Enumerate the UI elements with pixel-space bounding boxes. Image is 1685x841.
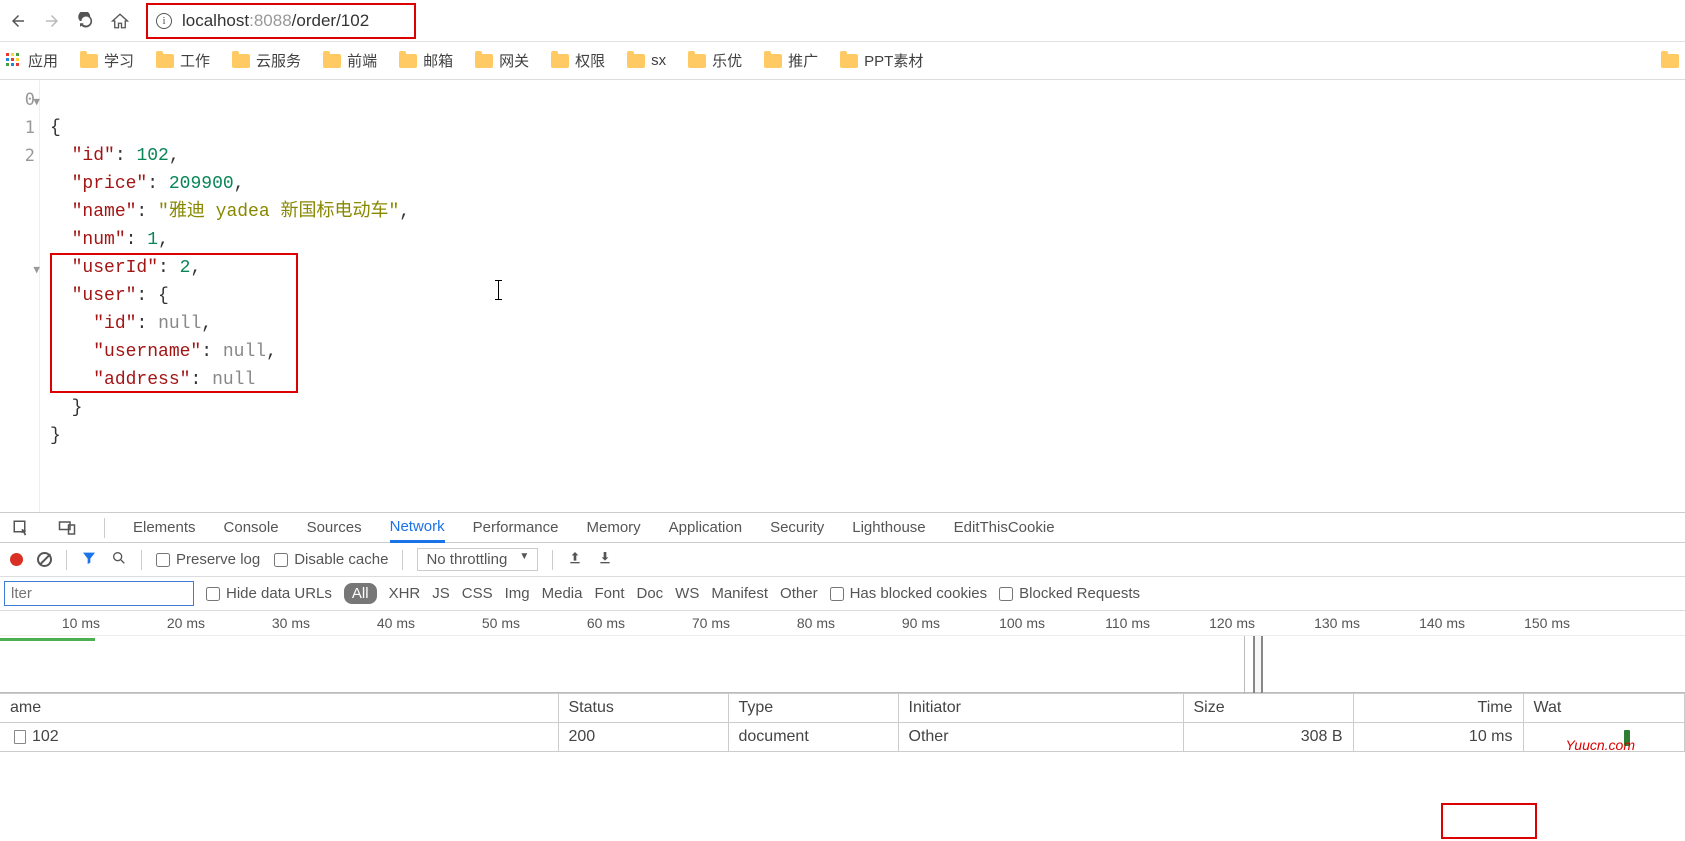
filter-type-img[interactable]: Img — [505, 585, 530, 602]
text-cursor — [498, 280, 499, 300]
preserve-log-checkbox[interactable]: Preserve log — [156, 551, 260, 568]
col-name[interactable]: ame — [0, 694, 558, 723]
filter-type-js[interactable]: JS — [432, 585, 450, 602]
network-table: ame Status Type Initiator Size Time Wat … — [0, 693, 1685, 752]
col-status[interactable]: Status — [558, 694, 728, 723]
tab-sources[interactable]: Sources — [307, 514, 362, 541]
tab-security[interactable]: Security — [770, 514, 824, 541]
apps-icon — [6, 53, 22, 69]
blocked-requests-checkbox[interactable]: Blocked Requests — [999, 585, 1140, 602]
highlight-time — [1441, 803, 1537, 839]
timeline-selection[interactable] — [1253, 636, 1263, 693]
tab-console[interactable]: Console — [224, 514, 279, 541]
devtools-tabs: Elements Console Sources Network Perform… — [0, 513, 1685, 543]
bookmark-item[interactable]: 前端 — [323, 50, 377, 71]
network-timeline[interactable]: 10 ms 20 ms 30 ms 40 ms 50 ms 60 ms 70 m… — [0, 611, 1685, 693]
apps-label: 应用 — [28, 50, 58, 71]
tab-network[interactable]: Network — [390, 513, 445, 543]
home-button[interactable] — [108, 9, 132, 33]
file-icon — [14, 730, 26, 744]
col-size[interactable]: Size — [1183, 694, 1353, 723]
json-content[interactable]: { "id": 102, "price": 209900, "name": "雅… — [40, 80, 1685, 512]
search-icon[interactable] — [111, 550, 127, 569]
network-toolbar: Preserve log Disable cache No throttling — [0, 543, 1685, 577]
timeline-marker — [1244, 636, 1245, 694]
filter-toggle[interactable] — [81, 550, 97, 569]
bookmark-item[interactable]: 乐优 — [688, 50, 742, 71]
folder-icon — [551, 54, 569, 68]
throttling-select[interactable]: No throttling — [417, 548, 538, 571]
blocked-cookies-checkbox[interactable]: Has blocked cookies — [830, 585, 988, 602]
disable-cache-checkbox[interactable]: Disable cache — [274, 551, 388, 568]
address-bar[interactable]: i localhost:8088/order/102 — [146, 3, 416, 39]
col-initiator[interactable]: Initiator — [898, 694, 1183, 723]
url-text: localhost:8088/order/102 — [182, 11, 369, 31]
json-viewer: ▼▼012 { "id": 102, "price": 209900, "nam… — [0, 80, 1685, 512]
bookmark-item[interactable]: 邮箱 — [399, 50, 453, 71]
folder-icon — [80, 54, 98, 68]
clear-button[interactable] — [37, 552, 52, 567]
upload-icon[interactable] — [567, 550, 583, 569]
folder-icon — [764, 54, 782, 68]
col-time[interactable]: Time — [1353, 694, 1523, 723]
folder-icon — [840, 54, 858, 68]
site-info-icon[interactable]: i — [156, 13, 172, 29]
folder-icon — [475, 54, 493, 68]
back-button[interactable] — [6, 9, 30, 33]
folder-icon — [627, 54, 645, 68]
filter-type-css[interactable]: CSS — [462, 585, 493, 602]
filter-type-all[interactable]: All — [344, 583, 377, 604]
device-icon[interactable] — [58, 519, 76, 537]
inspect-icon[interactable] — [12, 519, 30, 537]
tab-editthiscookie[interactable]: EditThisCookie — [954, 514, 1055, 541]
tab-application[interactable]: Application — [669, 514, 742, 541]
filter-input[interactable] — [4, 581, 194, 606]
folder-icon — [399, 54, 417, 68]
tab-lighthouse[interactable]: Lighthouse — [852, 514, 925, 541]
devtools-panel: Elements Console Sources Network Perform… — [0, 512, 1685, 752]
bookmark-item[interactable]: PPT素材 — [840, 50, 923, 71]
folder-icon — [156, 54, 174, 68]
network-filter-bar: Hide data URLs All XHR JS CSS Img Media … — [0, 577, 1685, 611]
hide-data-urls-checkbox[interactable]: Hide data URLs — [206, 585, 332, 602]
tab-memory[interactable]: Memory — [587, 514, 641, 541]
folder-icon — [323, 54, 341, 68]
folder-icon — [688, 54, 706, 68]
bookmark-item[interactable]: sx — [627, 52, 666, 69]
col-waterfall[interactable]: Wat — [1523, 694, 1685, 723]
col-type[interactable]: Type — [728, 694, 898, 723]
timeline-request-bar — [0, 638, 95, 641]
bookmark-item[interactable]: 推广 — [764, 50, 818, 71]
watermark: Yuucn.com — [1565, 737, 1635, 753]
bookmark-item[interactable]: 学习 — [80, 50, 134, 71]
filter-type-doc[interactable]: Doc — [636, 585, 663, 602]
bookmark-item[interactable]: 网关 — [475, 50, 529, 71]
filter-type-other[interactable]: Other — [780, 585, 818, 602]
filter-type-ws[interactable]: WS — [675, 585, 699, 602]
filter-type-manifest[interactable]: Manifest — [711, 585, 768, 602]
tab-elements[interactable]: Elements — [133, 514, 196, 541]
bookmark-item[interactable]: 权限 — [551, 50, 605, 71]
folder-icon[interactable] — [1661, 54, 1679, 68]
line-gutter: ▼▼012 — [0, 80, 40, 512]
bookmark-item[interactable]: 工作 — [156, 50, 210, 71]
folder-icon — [232, 54, 250, 68]
network-row[interactable]: 102 200 document Other 308 B 10 ms — [0, 723, 1685, 752]
bookmarks-bar: 应用 学习 工作 云服务 前端 邮箱 网关 权限 sx 乐优 推广 PPT素材 — [0, 42, 1685, 80]
filter-type-media[interactable]: Media — [542, 585, 583, 602]
download-icon[interactable] — [597, 550, 613, 569]
bookmark-item[interactable]: 云服务 — [232, 50, 301, 71]
tab-performance[interactable]: Performance — [473, 514, 559, 541]
reload-button[interactable] — [74, 9, 98, 33]
forward-button[interactable] — [40, 9, 64, 33]
filter-type-font[interactable]: Font — [594, 585, 624, 602]
filter-type-xhr[interactable]: XHR — [389, 585, 421, 602]
apps-button[interactable]: 应用 — [6, 50, 58, 71]
record-button[interactable] — [10, 553, 23, 566]
